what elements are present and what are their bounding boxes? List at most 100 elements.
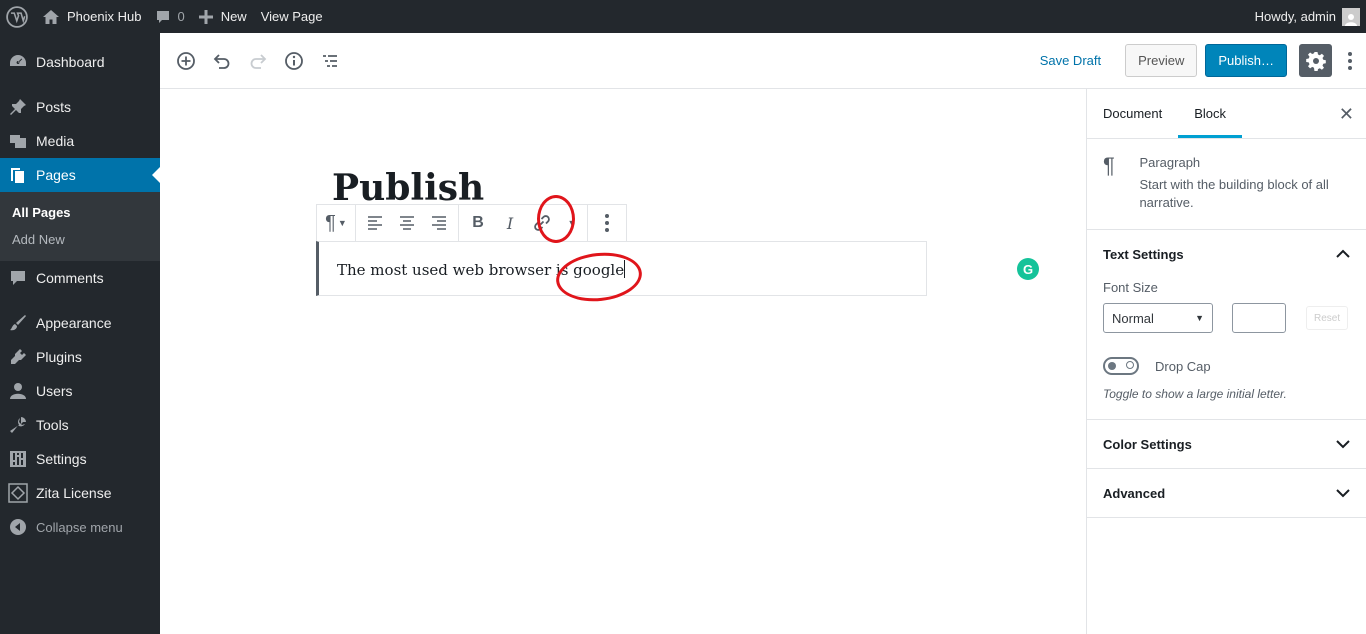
wordpress-logo-icon[interactable] [0,0,35,33]
bold-icon: B [472,214,484,231]
sidebar-item-media[interactable]: Media [0,124,160,158]
site-name: Phoenix Hub [67,9,142,24]
brush-icon [8,313,28,333]
redo-button[interactable] [240,43,276,79]
collapse-menu-button[interactable]: Collapse menu [0,510,160,544]
align-left-icon [368,216,382,230]
chevron-down-icon [1336,440,1350,449]
advanced-toggle[interactable]: Advanced [1087,469,1366,517]
align-right-icon [432,216,446,230]
paragraph-icon: ¶ [325,211,336,234]
more-menu-button[interactable] [1340,44,1360,77]
paragraph-icon: ¶ [1103,153,1115,178]
italic-button[interactable]: I [494,205,526,241]
block-options-button[interactable] [591,205,623,241]
submenu-add-new[interactable]: Add New [0,226,160,253]
sidebar-item-posts[interactable]: Posts [0,90,160,124]
outline-button[interactable] [312,43,348,79]
settings-tabs: Document Block ✕ [1087,89,1366,139]
caret-down-icon: ▼ [337,218,347,228]
sidebar-item-plugins[interactable]: Plugins [0,340,160,374]
reset-button[interactable]: Reset [1306,306,1349,330]
site-name-link[interactable]: Phoenix Hub [35,0,148,33]
sidebar-item-settings[interactable]: Settings [0,442,160,476]
admin-bar: Phoenix Hub 0 New View Page Howdy, admin [0,0,1366,33]
save-draft-button[interactable]: Save Draft [1040,53,1101,68]
annotation-circle-link [537,195,575,243]
text-settings-toggle[interactable]: Text Settings [1087,230,1366,278]
gear-icon [1305,51,1326,71]
media-icon [8,131,28,151]
info-button[interactable] [276,43,312,79]
admin-sidebar: Dashboard Posts Media Pages All Pages Ad… [0,33,160,634]
sidebar-item-appearance[interactable]: Appearance [0,306,160,340]
chevron-down-icon [1336,489,1350,498]
font-size-label: Font Size [1103,280,1158,295]
home-icon [43,9,59,24]
custom-font-size-input[interactable] [1232,303,1286,333]
sidebar-item-dashboard[interactable]: Dashboard [0,45,160,79]
sidebar-item-comments[interactable]: Comments [0,261,160,295]
info-icon [285,51,303,70]
list-icon [323,54,337,67]
block-name: Paragraph [1139,155,1201,170]
undo-icon [213,53,230,69]
block-description: Start with the building block of all nar… [1139,177,1329,210]
settings-sidebar: Document Block ✕ ¶ Paragraph Start with … [1086,89,1366,634]
close-icon[interactable]: ✕ [1339,104,1354,125]
comments-link[interactable]: 0 [148,0,191,33]
tab-block[interactable]: Block [1178,89,1243,138]
sidebar-item-users[interactable]: Users [0,374,160,408]
plus-circle-icon [177,51,195,70]
grammarly-icon[interactable]: G [1017,258,1039,280]
avatar [1342,7,1360,26]
sidebar-item-tools[interactable]: Tools [0,408,160,442]
block-switcher-button[interactable]: ¶ ▼ [320,205,352,241]
user-icon [8,381,28,401]
align-left-button[interactable] [359,205,391,241]
drop-cap-toggle[interactable] [1103,357,1139,375]
color-settings-panel: Color Settings [1087,420,1366,469]
font-size-select[interactable]: Normal ▼ [1103,303,1213,333]
redo-icon [250,53,267,69]
bold-button[interactable]: B [462,205,494,241]
more-vertical-icon [605,214,609,232]
drop-cap-help: Toggle to show a large initial letter. [1103,387,1287,401]
more-vertical-icon [1348,51,1352,70]
new-content-link[interactable]: New [192,0,254,33]
view-page-link[interactable]: View Page [254,0,330,33]
align-center-button[interactable] [391,205,423,241]
undo-button[interactable] [204,43,240,79]
text-settings-panel: Text Settings Font Size Normal ▼ Reset D… [1087,230,1366,420]
add-block-button[interactable] [168,43,204,79]
comments-count: 0 [177,9,185,24]
editor-header: Save Draft Preview Publish… [160,33,1366,89]
pages-submenu: All Pages Add New [0,192,160,261]
tab-document[interactable]: Document [1087,89,1178,138]
new-label: New [220,9,247,24]
sidebar-item-zita-license[interactable]: Zita License [0,476,160,510]
wrench-icon [8,415,28,435]
plus-icon [198,9,213,24]
sliders-icon [8,449,28,469]
sidebar-item-pages[interactable]: Pages [0,158,160,192]
diamond-icon [8,483,28,503]
advanced-panel: Advanced [1087,469,1366,518]
plug-icon [8,347,28,367]
publish-button[interactable]: Publish… [1205,44,1287,77]
chevron-up-icon [1336,249,1350,258]
collapse-icon [8,517,28,537]
pin-icon [8,97,28,117]
settings-toggle-button[interactable] [1299,44,1332,77]
align-right-button[interactable] [423,205,455,241]
header-toolbar [160,43,348,79]
post-title[interactable]: Publish [332,167,484,209]
dashboard-icon [8,52,28,72]
color-settings-toggle[interactable]: Color Settings [1087,420,1366,468]
preview-button[interactable]: Preview [1125,44,1198,77]
submenu-all-pages[interactable]: All Pages [0,199,160,226]
my-account[interactable]: Howdy, admin [1248,0,1366,33]
drop-cap-label: Drop Cap [1155,358,1211,374]
block-toolbar: ¶ ▼ B I ▼ [316,204,627,242]
align-center-icon [400,216,414,230]
